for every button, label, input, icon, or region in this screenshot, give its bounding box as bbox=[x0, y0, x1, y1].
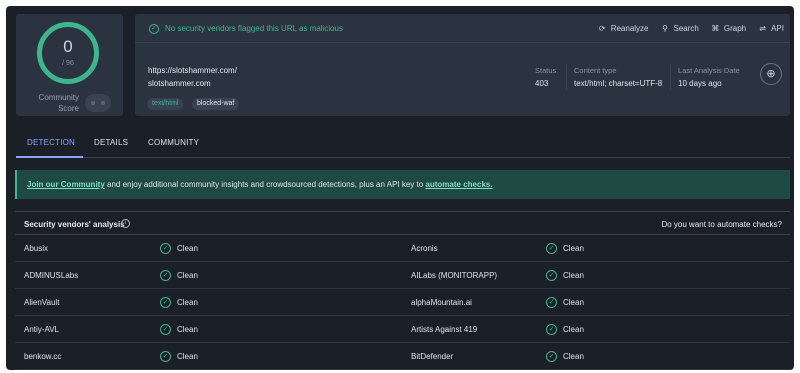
meta-divider bbox=[566, 64, 567, 90]
vendor-name: Abusix bbox=[24, 244, 49, 253]
check-circle-icon: ✓ bbox=[546, 243, 557, 254]
notice-text: Join our Community and enjoy additional … bbox=[27, 180, 493, 189]
reanalyze-button[interactable]: ⟳ Reanalyze bbox=[598, 24, 649, 33]
content-type-label: Content type bbox=[574, 66, 617, 75]
score-ring: 0 / 96 bbox=[37, 22, 99, 84]
vendor-name: ADMINUSLabs bbox=[24, 271, 79, 280]
vendor-result: Clean bbox=[563, 352, 584, 361]
info-icon[interactable]: i bbox=[121, 219, 130, 228]
vendor-result: Clean bbox=[177, 298, 198, 307]
automate-checks-link[interactable]: automate checks. bbox=[425, 180, 492, 189]
status-label: Status bbox=[535, 66, 557, 75]
tab-bar: DETECTION DETAILS COMMUNITY bbox=[16, 136, 790, 158]
action-toolbar: ⟳ Reanalyze ⚲ Search ⌘ Graph ⇌ API bbox=[598, 24, 784, 33]
vendor-result: Clean bbox=[563, 244, 584, 253]
table-row: Antiy-AVL ✓ Clean Artists Against 419 ✓ … bbox=[15, 316, 790, 343]
vendor-result: Clean bbox=[563, 298, 584, 307]
target-url[interactable]: https://slotshammer.com/ bbox=[148, 66, 237, 75]
score-total: / 96 bbox=[62, 60, 74, 67]
table-row: ADMINUSLabs ✓ Clean AILabs (MONITORAPP) … bbox=[15, 262, 790, 289]
graph-label: Graph bbox=[723, 24, 747, 33]
search-label: Search bbox=[673, 24, 699, 33]
notice-body: and enjoy additional community insights … bbox=[104, 180, 426, 189]
tag-badge[interactable]: blocked-waf bbox=[192, 98, 240, 110]
vendor-name: Artists Against 419 bbox=[411, 325, 478, 334]
check-circle-icon: ✓ bbox=[160, 297, 171, 308]
join-community-link[interactable]: Join our Community bbox=[27, 180, 105, 189]
table-row: Abusix ✓ Clean Acronis ✓ Clean bbox=[15, 235, 790, 262]
vendor-name: Antiy-AVL bbox=[24, 325, 59, 334]
community-score-card: 0 / 96 Community Score bbox=[16, 14, 123, 116]
api-button[interactable]: ⇌ API bbox=[758, 24, 784, 33]
check-circle-icon: ✓ bbox=[160, 324, 171, 335]
url-info-card: ✓ No security vendors flagged this URL a… bbox=[135, 14, 790, 116]
tab-details[interactable]: DETAILS bbox=[94, 138, 128, 147]
vendor-result: Clean bbox=[177, 352, 198, 361]
vendor-name: AlienVault bbox=[24, 298, 60, 307]
graph-icon: ⌘ bbox=[711, 24, 720, 33]
content-type-value: text/html; charset=UTF-8 bbox=[574, 79, 663, 88]
vote-button[interactable] bbox=[85, 94, 111, 112]
vendor-name: AILabs (MONITORAPP) bbox=[411, 271, 498, 280]
report-window: 0 / 96 Community Score ✓ No security ven… bbox=[6, 6, 794, 370]
last-analysis-value: 10 days ago bbox=[678, 79, 722, 88]
check-circle-icon: ✓ bbox=[160, 351, 171, 362]
vendor-result: Clean bbox=[563, 325, 584, 334]
api-icon: ⇌ bbox=[759, 24, 766, 33]
check-circle-icon: ✓ bbox=[160, 270, 171, 281]
last-analysis-label: Last Analysis Date bbox=[678, 66, 740, 75]
vendor-result: Clean bbox=[177, 325, 198, 334]
vendor-result: Clean bbox=[563, 271, 584, 280]
automate-checks-prompt[interactable]: Do you want to automate checks? bbox=[661, 220, 782, 229]
vendor-name: benkow.cc bbox=[24, 352, 62, 361]
tag-badge[interactable]: text/html bbox=[147, 98, 184, 110]
graph-button[interactable]: ⌘ Graph bbox=[711, 24, 746, 33]
analysis-header: Security vendors' analysis i Do you want… bbox=[15, 212, 790, 235]
check-circle-icon: ✓ bbox=[546, 324, 557, 335]
search-icon: ⚲ bbox=[662, 24, 668, 33]
reanalyze-label: Reanalyze bbox=[610, 24, 649, 33]
score-value: 0 bbox=[63, 37, 73, 56]
table-row: benkow.cc ✓ Clean BitDefender ✓ Clean bbox=[15, 343, 790, 370]
vendor-name: alphaMountain.ai bbox=[411, 298, 472, 307]
banner-message: No security vendors flagged this URL as … bbox=[165, 24, 344, 33]
check-circle-icon: ✓ bbox=[546, 297, 557, 308]
vendor-name: Acronis bbox=[411, 244, 438, 253]
search-button[interactable]: ⚲ Search bbox=[661, 24, 699, 33]
target-host[interactable]: slotshammer.com bbox=[148, 79, 211, 88]
check-circle-icon: ✓ bbox=[160, 243, 171, 254]
vote-dot-icon bbox=[101, 101, 105, 105]
status-value: 403 bbox=[535, 79, 549, 88]
active-tab-indicator bbox=[16, 156, 83, 158]
tab-detection[interactable]: DETECTION bbox=[27, 138, 75, 147]
refresh-icon: ⟳ bbox=[598, 24, 606, 33]
api-label: API bbox=[771, 24, 784, 33]
vote-dot-icon bbox=[91, 101, 95, 105]
globe-icon: ⊕ bbox=[760, 63, 782, 85]
meta-divider bbox=[670, 64, 671, 90]
community-score-label: Community Score bbox=[38, 93, 79, 113]
community-notice: Join our Community and enjoy additional … bbox=[15, 170, 790, 199]
detection-banner: ✓ No security vendors flagged this URL a… bbox=[135, 14, 790, 43]
table-row: AlienVault ✓ Clean alphaMountain.ai ✓ Cl… bbox=[15, 289, 790, 316]
tab-community[interactable]: COMMUNITY bbox=[148, 138, 199, 147]
vendor-result: Clean bbox=[177, 271, 198, 280]
check-circle-icon: ✓ bbox=[546, 351, 557, 362]
analysis-title: Security vendors' analysis bbox=[24, 220, 125, 229]
check-circle-icon: ✓ bbox=[149, 24, 159, 34]
vendor-name: BitDefender bbox=[411, 352, 454, 361]
vendor-result: Clean bbox=[177, 244, 198, 253]
vendors-analysis: Security vendors' analysis i Do you want… bbox=[15, 211, 790, 370]
check-circle-icon: ✓ bbox=[546, 270, 557, 281]
